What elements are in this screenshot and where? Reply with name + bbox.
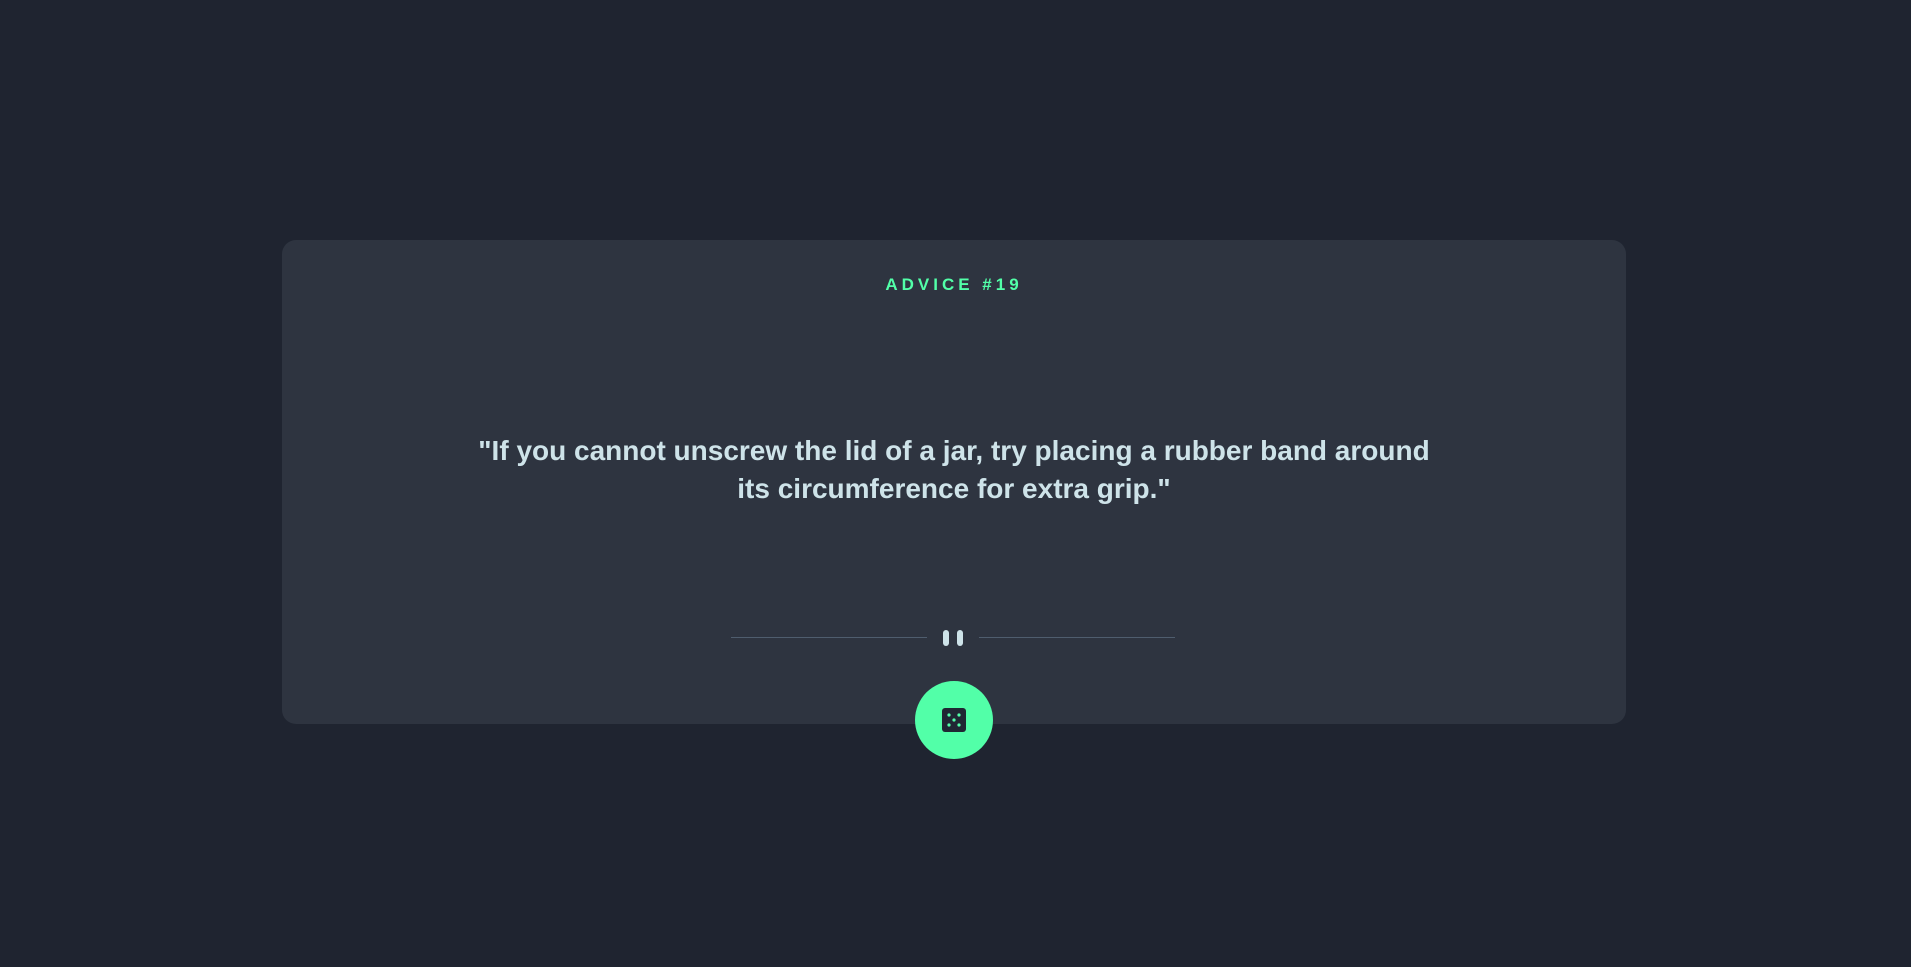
- advice-title: ADVICE #19: [885, 275, 1023, 294]
- page: ADVICE #19 "If you cannot unscrew the li…: [0, 0, 1911, 967]
- divider-line-right: [979, 637, 1175, 638]
- advice-quote: "If you cannot unscrew the lid of a jar,…: [478, 435, 1430, 504]
- generate-advice-button[interactable]: [915, 681, 993, 759]
- dice-icon: [942, 708, 966, 732]
- divider: [731, 629, 1175, 647]
- advice-card: ADVICE #19 "If you cannot unscrew the li…: [282, 240, 1626, 724]
- pause-icon: [943, 629, 963, 647]
- divider-line-left: [731, 637, 927, 638]
